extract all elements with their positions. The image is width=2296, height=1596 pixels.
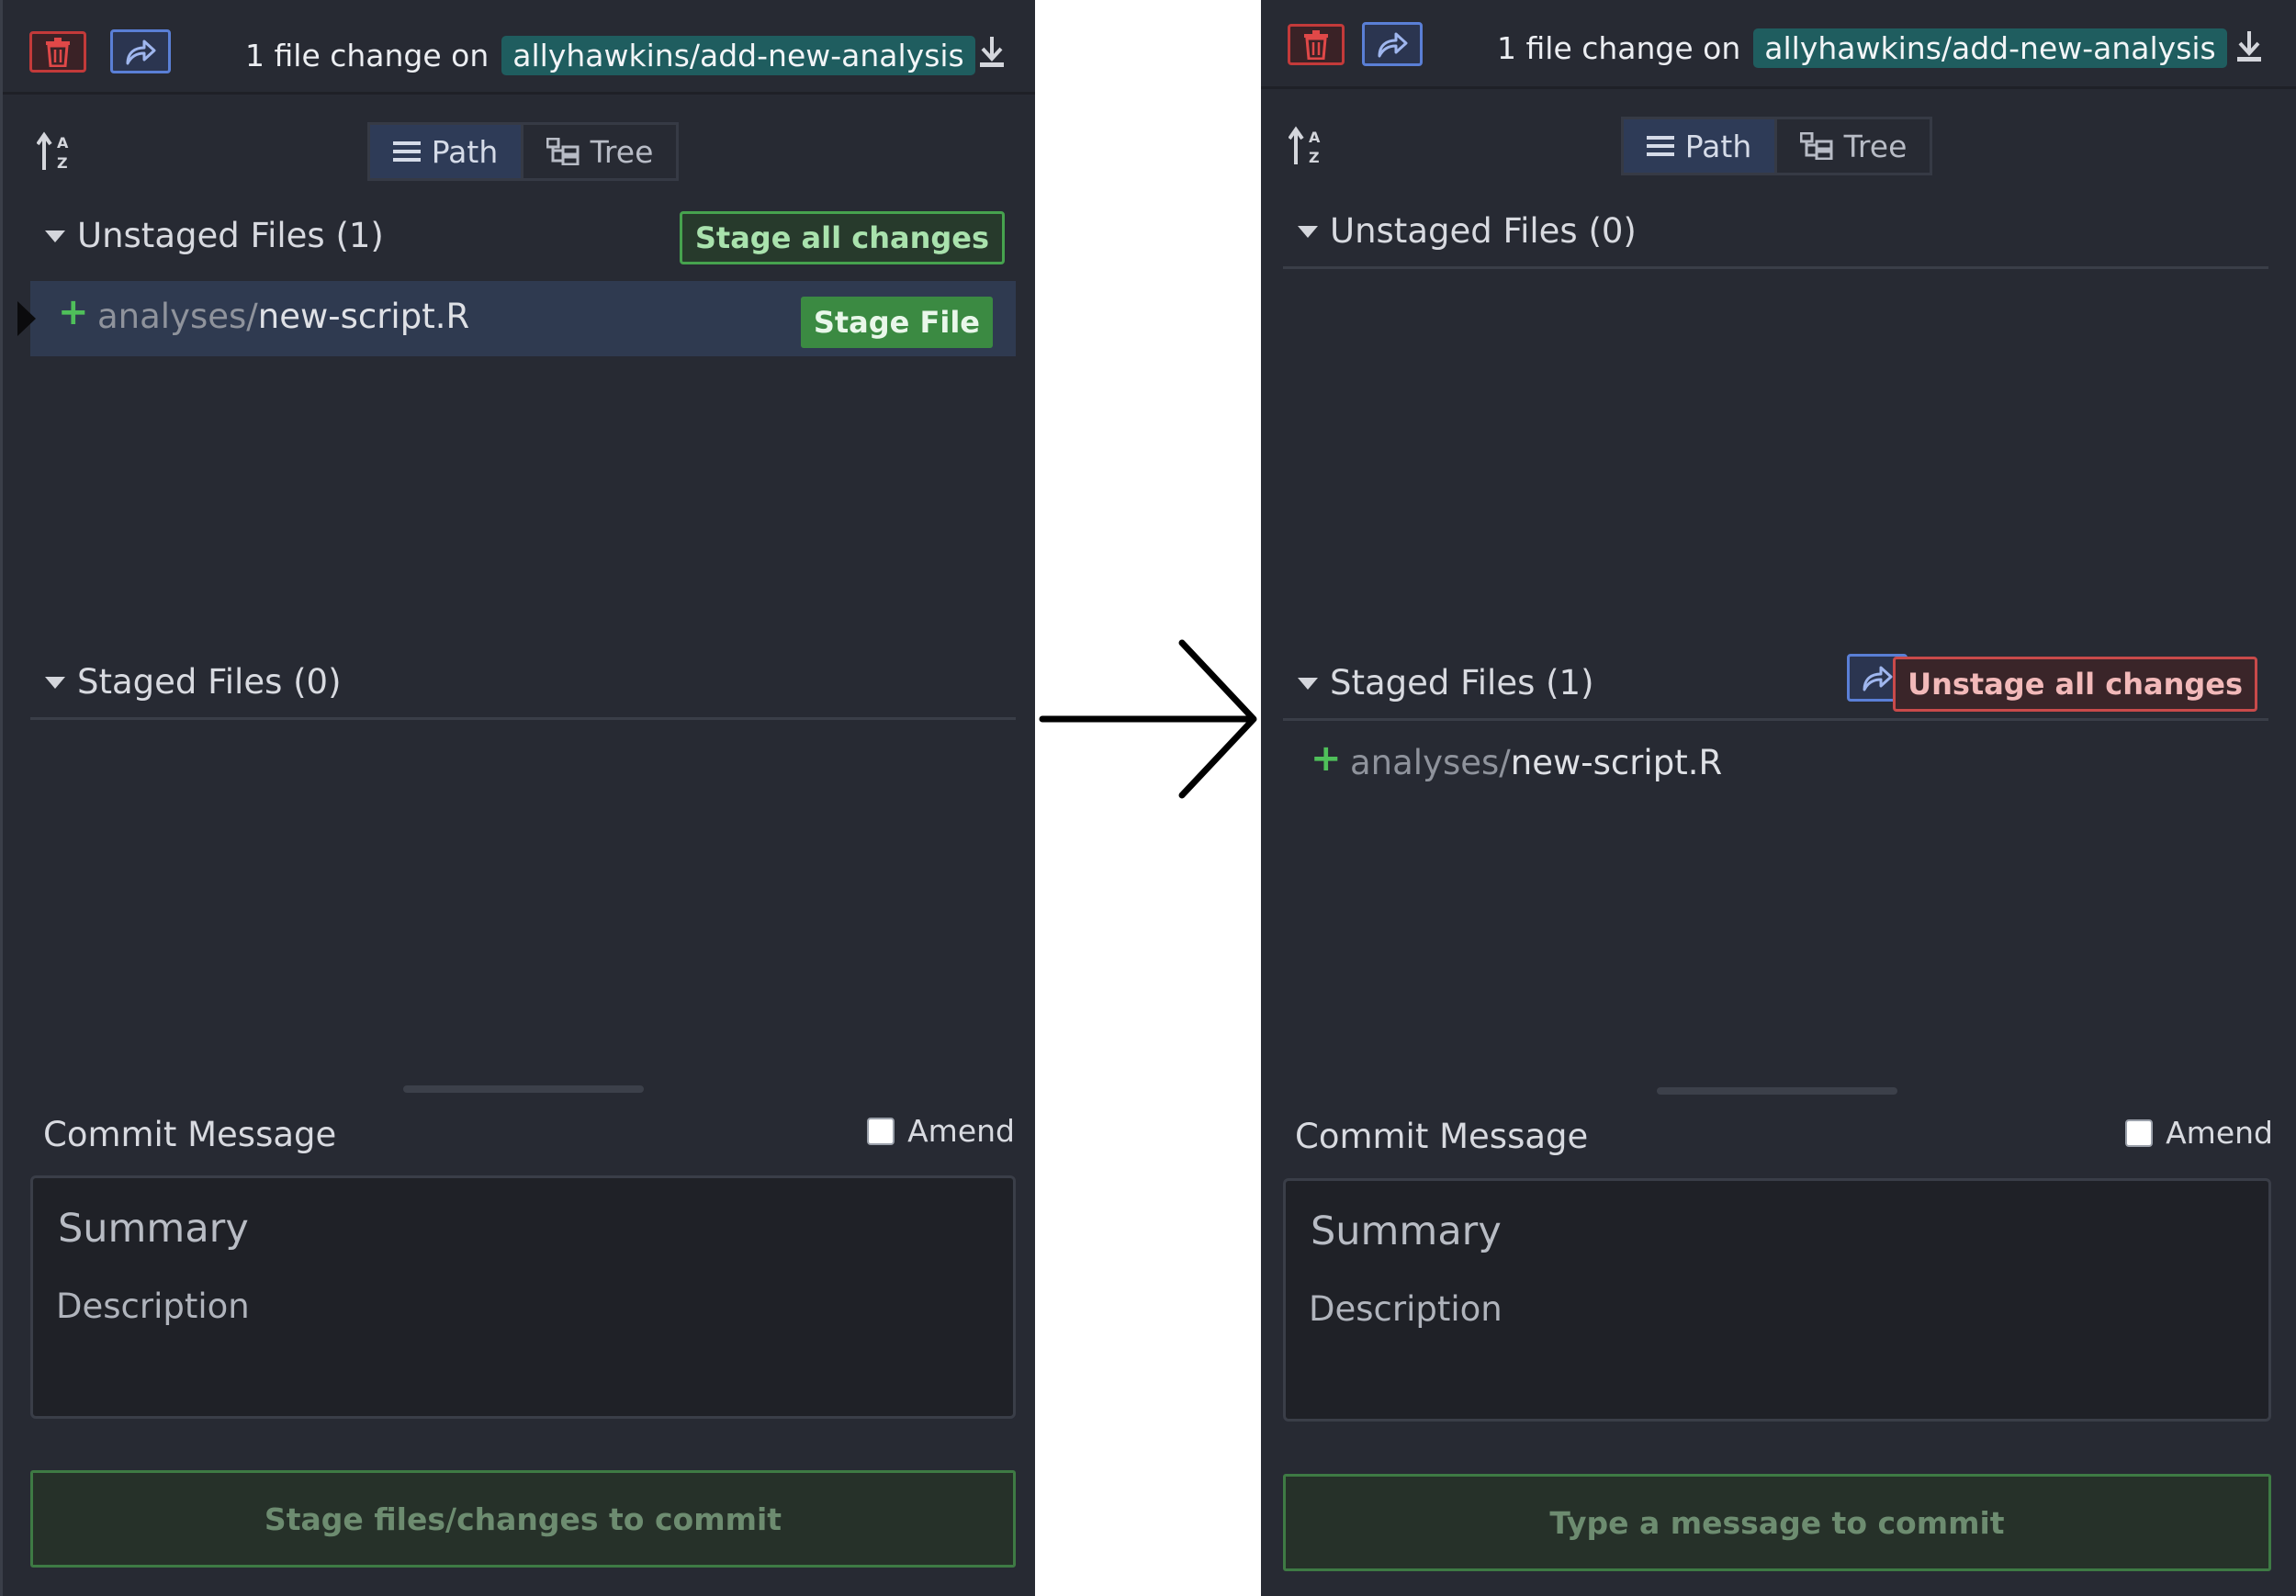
- panel-header: 1 file change on allyhawkins/add-new-ana…: [1261, 0, 2296, 89]
- trash-icon: [46, 37, 70, 67]
- list-icon: [1646, 136, 1674, 156]
- path-view-button[interactable]: Path: [1624, 119, 1775, 173]
- unstaged-file-row[interactable]: + analyses/new-script.R Stage File: [17, 281, 1016, 356]
- branch-name: allyhawkins/add-new-analysis: [1753, 28, 2227, 68]
- trash-icon: [1304, 29, 1328, 60]
- commit-message-box[interactable]: Summary Description: [1283, 1178, 2271, 1422]
- collapse-caret-icon[interactable]: [45, 230, 65, 242]
- unstaged-files-title: Unstaged Files (1): [77, 216, 384, 255]
- discard-all-button[interactable]: [1288, 24, 1345, 65]
- commit-message-box[interactable]: Summary Description: [30, 1175, 1016, 1419]
- view-toggle: Path Tree: [367, 122, 679, 181]
- staged-files-header[interactable]: Staged Files (0): [30, 646, 1016, 720]
- list-icon: [392, 141, 421, 162]
- amend-checkbox[interactable]: [2125, 1118, 2154, 1147]
- git-panel-before: 1 file change on allyhawkins/add-new-ana…: [0, 0, 1035, 1596]
- view-toggle: Path Tree: [1621, 117, 1932, 175]
- svg-text:A: A: [1309, 129, 1321, 146]
- file-name: new-script.R: [257, 297, 470, 336]
- resize-handle[interactable]: [1657, 1087, 1897, 1095]
- unstaged-files-header[interactable]: Unstaged Files (1) Stage all changes: [30, 200, 1016, 274]
- commit-button[interactable]: Type a message to commit: [1283, 1474, 2271, 1571]
- stage-file-button[interactable]: Stage File: [800, 297, 993, 348]
- tree-view-button[interactable]: Tree: [1774, 119, 1930, 173]
- tree-view-label: Tree: [1843, 128, 1908, 164]
- tree-icon: [546, 138, 580, 165]
- svg-text:Z: Z: [57, 154, 68, 172]
- discard-all-button[interactable]: [29, 31, 86, 73]
- path-view-button[interactable]: Path: [370, 125, 522, 178]
- svg-text:A: A: [57, 134, 69, 152]
- unstaged-files-header[interactable]: Unstaged Files (0): [1283, 196, 2268, 269]
- staged-files-title: Staged Files (0): [77, 662, 342, 702]
- summary-input[interactable]: Summary: [1311, 1208, 1502, 1254]
- right-arrow-icon: [1039, 639, 1257, 799]
- path-view-label: Path: [1684, 128, 1752, 164]
- pull-button[interactable]: [978, 35, 1006, 72]
- commit-message-label: Commit Message: [1295, 1117, 1589, 1156]
- unstage-all-changes-button[interactable]: Unstage all changes: [1893, 657, 2257, 712]
- share-arrow-icon: [126, 39, 156, 65]
- amend-checkbox[interactable]: [867, 1117, 895, 1145]
- sort-button[interactable]: A Z: [1288, 126, 1325, 170]
- panel-header: 1 file change on allyhawkins/add-new-ana…: [3, 0, 1035, 95]
- amend-label: Amend: [2166, 1115, 2273, 1151]
- added-status-icon: +: [1311, 737, 1342, 780]
- file-path: analyses/new-script.R: [97, 297, 469, 336]
- changes-count-text: 1 file change on: [245, 37, 490, 73]
- description-input[interactable]: Description: [1309, 1289, 1503, 1329]
- commit-message-label: Commit Message: [43, 1115, 337, 1154]
- changes-summary: 1 file change on allyhawkins/add-new-ana…: [1497, 26, 2227, 70]
- file-directory: analyses/: [1350, 743, 1511, 782]
- resize-handle[interactable]: [403, 1085, 644, 1093]
- cursor-pointer-icon: [17, 301, 36, 336]
- unstaged-files-title: Unstaged Files (0): [1330, 211, 1637, 251]
- pull-button[interactable]: [2235, 29, 2263, 66]
- amend-toggle[interactable]: Amend: [2125, 1115, 2273, 1151]
- sort-az-icon: A Z: [1288, 126, 1321, 166]
- stash-changes-button[interactable]: [1362, 22, 1423, 66]
- git-panel-after: 1 file change on allyhawkins/add-new-ana…: [1261, 0, 2296, 1596]
- tree-icon: [1799, 132, 1833, 160]
- collapse-caret-icon[interactable]: [45, 677, 65, 689]
- file-path: analyses/new-script.R: [1350, 743, 1722, 782]
- changes-count-text: 1 file change on: [1497, 29, 1741, 66]
- share-arrow-icon: [1378, 32, 1408, 58]
- tree-view-button[interactable]: Tree: [521, 125, 676, 178]
- changes-summary: 1 file change on allyhawkins/add-new-ana…: [245, 33, 975, 77]
- summary-input[interactable]: Summary: [58, 1206, 249, 1252]
- svg-text:Z: Z: [1309, 149, 1320, 166]
- collapse-caret-icon[interactable]: [1298, 226, 1318, 238]
- amend-label: Amend: [907, 1113, 1015, 1149]
- stash-changes-button[interactable]: [110, 29, 171, 73]
- commit-button[interactable]: Stage files/changes to commit: [30, 1470, 1016, 1568]
- download-icon: [2237, 31, 2261, 62]
- sort-az-icon: A Z: [36, 131, 69, 172]
- description-input[interactable]: Description: [56, 1287, 250, 1326]
- collapse-caret-icon[interactable]: [1298, 678, 1318, 690]
- path-view-label: Path: [431, 133, 499, 170]
- branch-name: allyhawkins/add-new-analysis: [501, 35, 975, 75]
- added-status-icon: +: [58, 291, 89, 333]
- share-arrow-icon: [1863, 666, 1893, 691]
- stage-all-changes-button[interactable]: Stage all changes: [679, 211, 1005, 264]
- sort-button[interactable]: A Z: [36, 131, 73, 175]
- amend-toggle[interactable]: Amend: [867, 1113, 1015, 1149]
- tree-view-label: Tree: [590, 133, 654, 170]
- staged-file-row[interactable]: + analyses/new-script.R: [1283, 727, 2268, 803]
- file-name: new-script.R: [1510, 743, 1723, 782]
- staged-files-title: Staged Files (1): [1330, 663, 1594, 702]
- staged-files-header[interactable]: Staged Files (1) Unstage all changes: [1283, 647, 2268, 721]
- file-directory: analyses/: [97, 297, 258, 336]
- download-icon: [980, 37, 1004, 67]
